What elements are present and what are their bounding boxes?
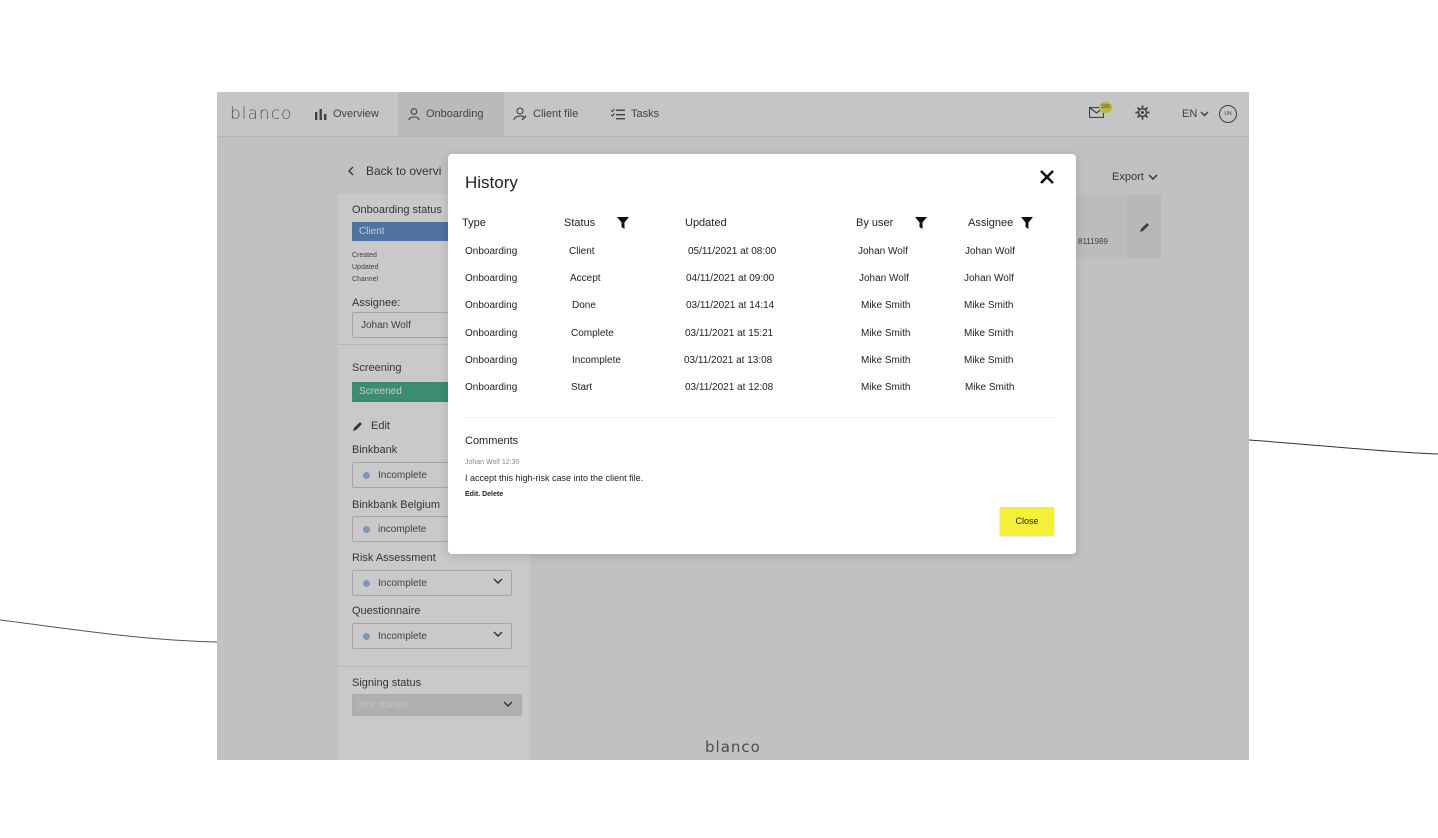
comments-title: Comments bbox=[465, 435, 519, 447]
cell-assignee: Mike Smith bbox=[964, 300, 1014, 311]
cell-updated: 03/11/2021 at 12:08 bbox=[685, 382, 774, 393]
column-header-type[interactable]: Type bbox=[462, 217, 486, 229]
cell-status: Incomplete bbox=[572, 355, 621, 366]
cell-assignee: Johan Wolf bbox=[965, 246, 1015, 257]
column-label: Updated bbox=[685, 217, 727, 229]
filter-icon[interactable] bbox=[1021, 217, 1034, 229]
close-icon bbox=[1040, 170, 1054, 184]
filter-icon[interactable] bbox=[617, 217, 630, 229]
cell-assignee: Mike Smith bbox=[965, 382, 1015, 393]
history-modal: History Type Status Updated By user Assi… bbox=[448, 154, 1076, 554]
divider bbox=[465, 417, 1055, 418]
cell-assignee: Johan Wolf bbox=[964, 273, 1014, 284]
cell-assignee: Mike Smith bbox=[964, 328, 1014, 339]
cell-type: Onboarding bbox=[465, 382, 518, 393]
comment-actions[interactable]: Edit. Delete bbox=[465, 491, 503, 498]
cell-type: Onboarding bbox=[465, 300, 518, 311]
column-label: By user bbox=[856, 217, 894, 229]
modal-title: History bbox=[465, 173, 518, 192]
close-button[interactable]: Close bbox=[1000, 507, 1054, 535]
column-header-updated[interactable]: Updated bbox=[685, 217, 727, 229]
column-label: Type bbox=[462, 217, 486, 229]
cell-type: Onboarding bbox=[465, 355, 518, 366]
comment-author-time: Johan Wolf 12:30 bbox=[465, 459, 520, 466]
cell-by-user: Mike Smith bbox=[861, 300, 911, 311]
column-label: Status bbox=[564, 217, 596, 229]
cell-assignee: Mike Smith bbox=[964, 355, 1014, 366]
column-header-status[interactable]: Status bbox=[564, 217, 630, 229]
filter-icon[interactable] bbox=[915, 217, 928, 229]
cell-status: Done bbox=[572, 300, 596, 311]
column-label: Assignee bbox=[968, 217, 1014, 229]
cell-by-user: Mike Smith bbox=[861, 355, 911, 366]
cell-status: Start bbox=[571, 382, 593, 393]
cell-status: Complete bbox=[571, 328, 614, 339]
cell-type: Onboarding bbox=[465, 328, 518, 339]
cell-by-user: Johan Wolf bbox=[859, 273, 909, 284]
comment-text: I accept this high-risk case into the cl… bbox=[465, 473, 644, 483]
cell-updated: 03/11/2021 at 15:21 bbox=[685, 328, 774, 339]
cell-updated: 05/11/2021 at 08:00 bbox=[688, 246, 777, 257]
column-header-by-user[interactable]: By user bbox=[856, 217, 928, 229]
cell-updated: 03/11/2021 at 13:08 bbox=[684, 355, 773, 366]
cell-status: Client bbox=[569, 246, 595, 257]
cell-updated: 03/11/2021 at 14:14 bbox=[686, 300, 775, 311]
cell-by-user: Johan Wolf bbox=[858, 246, 908, 257]
close-modal-button[interactable] bbox=[1038, 168, 1056, 186]
column-header-assignee[interactable]: Assignee bbox=[968, 217, 1034, 229]
cell-by-user: Mike Smith bbox=[861, 328, 911, 339]
cell-type: Onboarding bbox=[465, 246, 518, 257]
cell-by-user: Mike Smith bbox=[861, 382, 911, 393]
cell-status: Accept bbox=[570, 273, 601, 284]
cell-type: Onboarding bbox=[465, 273, 518, 284]
cell-updated: 04/11/2021 at 09:00 bbox=[686, 273, 775, 284]
